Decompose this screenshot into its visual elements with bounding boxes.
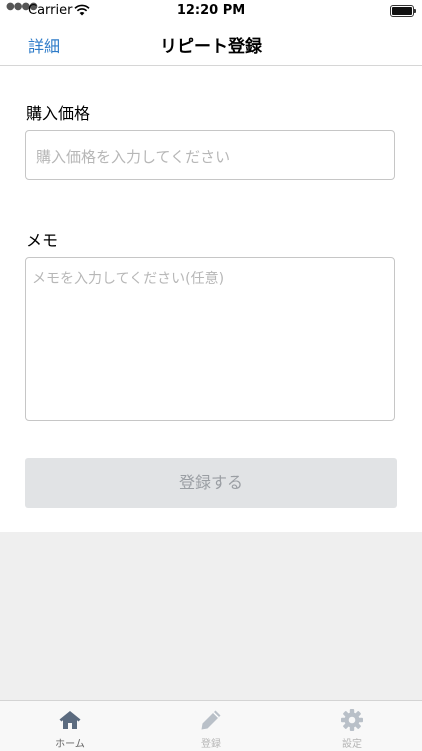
tab-register[interactable]: 登録 [141, 701, 281, 751]
status-bar: ●●●● Carrier 12:20 PM [0, 0, 422, 22]
repeat-form: 購入価格 購入価格を入力してください メモ メモを入力してください(任意) 登録… [0, 66, 422, 532]
memo-textarea[interactable]: メモを入力してください(任意) [25, 257, 395, 421]
tab-register-label: 登録 [201, 739, 221, 750]
tab-home[interactable]: ホーム [0, 701, 140, 751]
tab-settings[interactable]: 設定 [282, 701, 422, 751]
memo-placeholder: メモを入力してください(任意) [32, 271, 225, 287]
clock: 12:20 PM [176, 3, 246, 18]
gear-icon [340, 708, 364, 732]
tab-home-label: ホーム [55, 739, 85, 750]
price-placeholder: 購入価格を入力してください [36, 148, 231, 166]
page-title: リピート登録 [160, 37, 262, 57]
register-button[interactable]: 登録する [25, 458, 397, 508]
pencil-icon [199, 708, 223, 732]
navigation-bar: 詳細 リピート登録 [0, 22, 422, 66]
price-label: 購入価格 [26, 104, 91, 123]
memo-label: メモ [26, 231, 59, 250]
tab-settings-label: 設定 [342, 739, 362, 750]
tab-bar: ホーム 登録 設定 [0, 700, 422, 751]
battery-icon [390, 5, 416, 17]
home-icon [58, 708, 82, 732]
price-input[interactable]: 購入価格を入力してください [25, 130, 395, 180]
